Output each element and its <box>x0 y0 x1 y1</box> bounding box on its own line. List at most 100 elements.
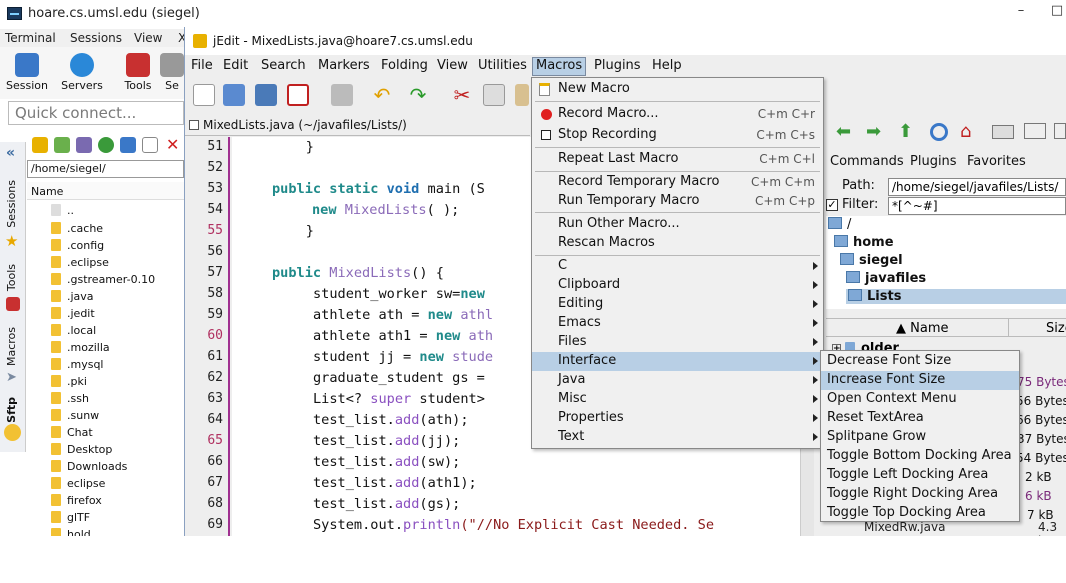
menu-item-misc[interactable]: Misc <box>532 390 823 409</box>
open-file-icon[interactable] <box>223 84 245 106</box>
paste-icon[interactable] <box>515 84 529 106</box>
menu-item-properties[interactable]: Properties <box>532 409 823 428</box>
menu-item-reset-textarea[interactable]: Reset TextArea <box>821 409 1019 428</box>
list-item[interactable]: glTF <box>51 511 90 528</box>
list-item[interactable]: .java <box>51 290 94 307</box>
tab-favorites[interactable]: Favorites <box>967 154 1026 169</box>
list-item[interactable]: .ssh <box>51 392 89 409</box>
tools-button[interactable]: Tools <box>114 50 162 98</box>
menu-item-splitpane-grow[interactable]: Splitpane Grow <box>821 428 1019 447</box>
new-dir-icon[interactable] <box>1054 123 1066 139</box>
tab-commands[interactable]: Commands <box>830 154 904 169</box>
parent-folder-icon[interactable] <box>32 137 48 153</box>
reload-icon[interactable] <box>930 123 948 141</box>
menu-edit[interactable]: Edit <box>220 58 251 73</box>
minimize-icon[interactable]: – <box>1014 4 1028 18</box>
servers-button[interactable]: Servers <box>58 50 106 98</box>
upload-icon[interactable] <box>76 137 92 153</box>
tab-macros[interactable]: Macros <box>5 327 18 366</box>
menu-item-toggle-top-docking-area[interactable]: Toggle Top Docking Area <box>821 504 1019 523</box>
list-item[interactable]: .eclipse <box>51 256 109 273</box>
back-arrow-icon[interactable]: ⬅ <box>836 121 851 142</box>
menu-item-toggle-left-docking-area[interactable]: Toggle Left Docking Area <box>821 466 1019 485</box>
menu-item-toggle-right-docking-area[interactable]: Toggle Right Docking Area <box>821 485 1019 504</box>
menu-item-editing[interactable]: Editing <box>532 295 823 314</box>
list-item[interactable]: .gstreamer-0.10 <box>51 273 155 290</box>
menu-item-java[interactable]: Java <box>532 371 823 390</box>
tab-sessions[interactable]: Sessions <box>5 180 18 228</box>
menu-item-decrease-font-size[interactable]: Decrease Font Size <box>821 352 1019 371</box>
menu-macros[interactable]: Macros <box>532 57 587 76</box>
menu-terminal[interactable]: Terminal <box>5 31 56 45</box>
home-icon[interactable]: ⌂ <box>960 121 971 142</box>
tree-node[interactable]: siegel <box>840 253 903 268</box>
menu-item-run-temporary-macro[interactable]: Run Temporary Macro C+m C+p <box>532 192 823 211</box>
list-item[interactable]: .. <box>51 204 74 221</box>
list-item[interactable]: .config <box>51 239 104 256</box>
menu-item-run-other-macro[interactable]: Run Other Macro... <box>532 215 823 234</box>
menu-item-toggle-bottom-docking-area[interactable]: Toggle Bottom Docking Area <box>821 447 1019 466</box>
menu-item-stop-recording[interactable]: Stop Recording C+m C+s <box>532 126 823 145</box>
menu-item-open-context-menu[interactable]: Open Context Menu <box>821 390 1019 409</box>
drive-icon[interactable] <box>992 125 1014 139</box>
list-item[interactable]: .cache <box>51 222 103 239</box>
delete-icon[interactable]: ✕ <box>166 137 182 153</box>
save-icon[interactable] <box>255 84 277 106</box>
list-item[interactable]: .mozilla <box>51 341 110 358</box>
forward-arrow-icon[interactable]: ➡ <box>866 121 881 142</box>
menu-item-interface[interactable]: Interface <box>532 352 823 371</box>
buffer-tab[interactable]: MixedLists.java (~/javafiles/Lists/) <box>185 115 530 136</box>
copy-icon[interactable] <box>483 84 505 106</box>
list-item[interactable]: eclipse <box>51 477 105 494</box>
tab-tools[interactable]: Tools <box>5 264 18 291</box>
menu-plugins[interactable]: Plugins <box>591 58 644 73</box>
menu-item-emacs[interactable]: Emacs <box>532 314 823 333</box>
list-item[interactable]: Chat <box>51 426 93 443</box>
tab-sftp[interactable]: Sftp <box>5 397 18 423</box>
menu-view[interactable]: View <box>134 31 162 45</box>
list-item[interactable]: .sunw <box>51 409 99 426</box>
filter-checkbox[interactable]: ✓ <box>826 199 838 211</box>
redo-icon[interactable]: ↷ <box>407 84 429 106</box>
tree-node[interactable]: home <box>834 235 894 250</box>
menu-item-repeat-last-macro[interactable]: Repeat Last Macro C+m C+l <box>532 150 823 169</box>
menu-item-files[interactable]: Files <box>532 333 823 352</box>
tree-node-selected[interactable]: Lists <box>846 289 1066 304</box>
menu-item-clipboard[interactable]: Clipboard <box>532 276 823 295</box>
new-file-icon[interactable] <box>142 137 158 153</box>
size-column-header[interactable]: Size <box>1046 321 1066 336</box>
more-toolbar-button[interactable]: Se <box>160 50 184 98</box>
menu-item-increase-font-size[interactable]: Increase Font Size <box>821 371 1019 390</box>
list-item[interactable]: firefox <box>51 494 102 511</box>
list-item[interactable]: .mysql <box>51 358 104 375</box>
new-folder-icon[interactable] <box>120 137 136 153</box>
menu-item-record-macro[interactable]: Record Macro... C+m C+r <box>532 105 823 124</box>
menu-item-c[interactable]: C <box>532 257 823 276</box>
menu-folding[interactable]: Folding <box>378 58 431 73</box>
tab-plugins[interactable]: Plugins <box>910 154 957 169</box>
maximize-icon[interactable]: □ <box>1050 4 1064 18</box>
session-button[interactable]: Session <box>3 50 51 98</box>
menu-utilities[interactable]: Utilities <box>475 58 530 73</box>
menu-sessions[interactable]: Sessions <box>70 31 122 45</box>
menu-item-new-macro[interactable]: New Macro <box>532 80 823 99</box>
list-item[interactable]: Downloads <box>51 460 127 477</box>
print-icon[interactable] <box>331 84 353 106</box>
new-file-icon[interactable] <box>193 84 215 106</box>
list-item[interactable]: .jedit <box>51 307 95 324</box>
name-column-header[interactable]: ▲ Name <box>896 321 949 336</box>
menu-item-record-temporary-macro[interactable]: Record Temporary Macro C+m C+m <box>532 173 823 192</box>
folder-outline-icon[interactable] <box>1024 123 1046 139</box>
menu-item-text[interactable]: Text <box>532 428 823 447</box>
list-item[interactable]: .local <box>51 324 96 341</box>
tree-node[interactable]: javafiles <box>846 271 926 286</box>
list-item[interactable]: .pki <box>51 375 87 392</box>
menu-item-rescan-macros[interactable]: Rescan Macros <box>532 234 823 253</box>
collapse-chevron-icon[interactable]: « <box>6 145 15 161</box>
buffer-checkbox-icon[interactable] <box>189 120 199 130</box>
cut-icon[interactable]: ✂ <box>451 84 473 106</box>
download-icon[interactable] <box>54 137 70 153</box>
tree-node[interactable]: / <box>828 217 851 232</box>
menu-search[interactable]: Search <box>258 58 309 73</box>
menu-markers[interactable]: Markers <box>315 58 373 73</box>
